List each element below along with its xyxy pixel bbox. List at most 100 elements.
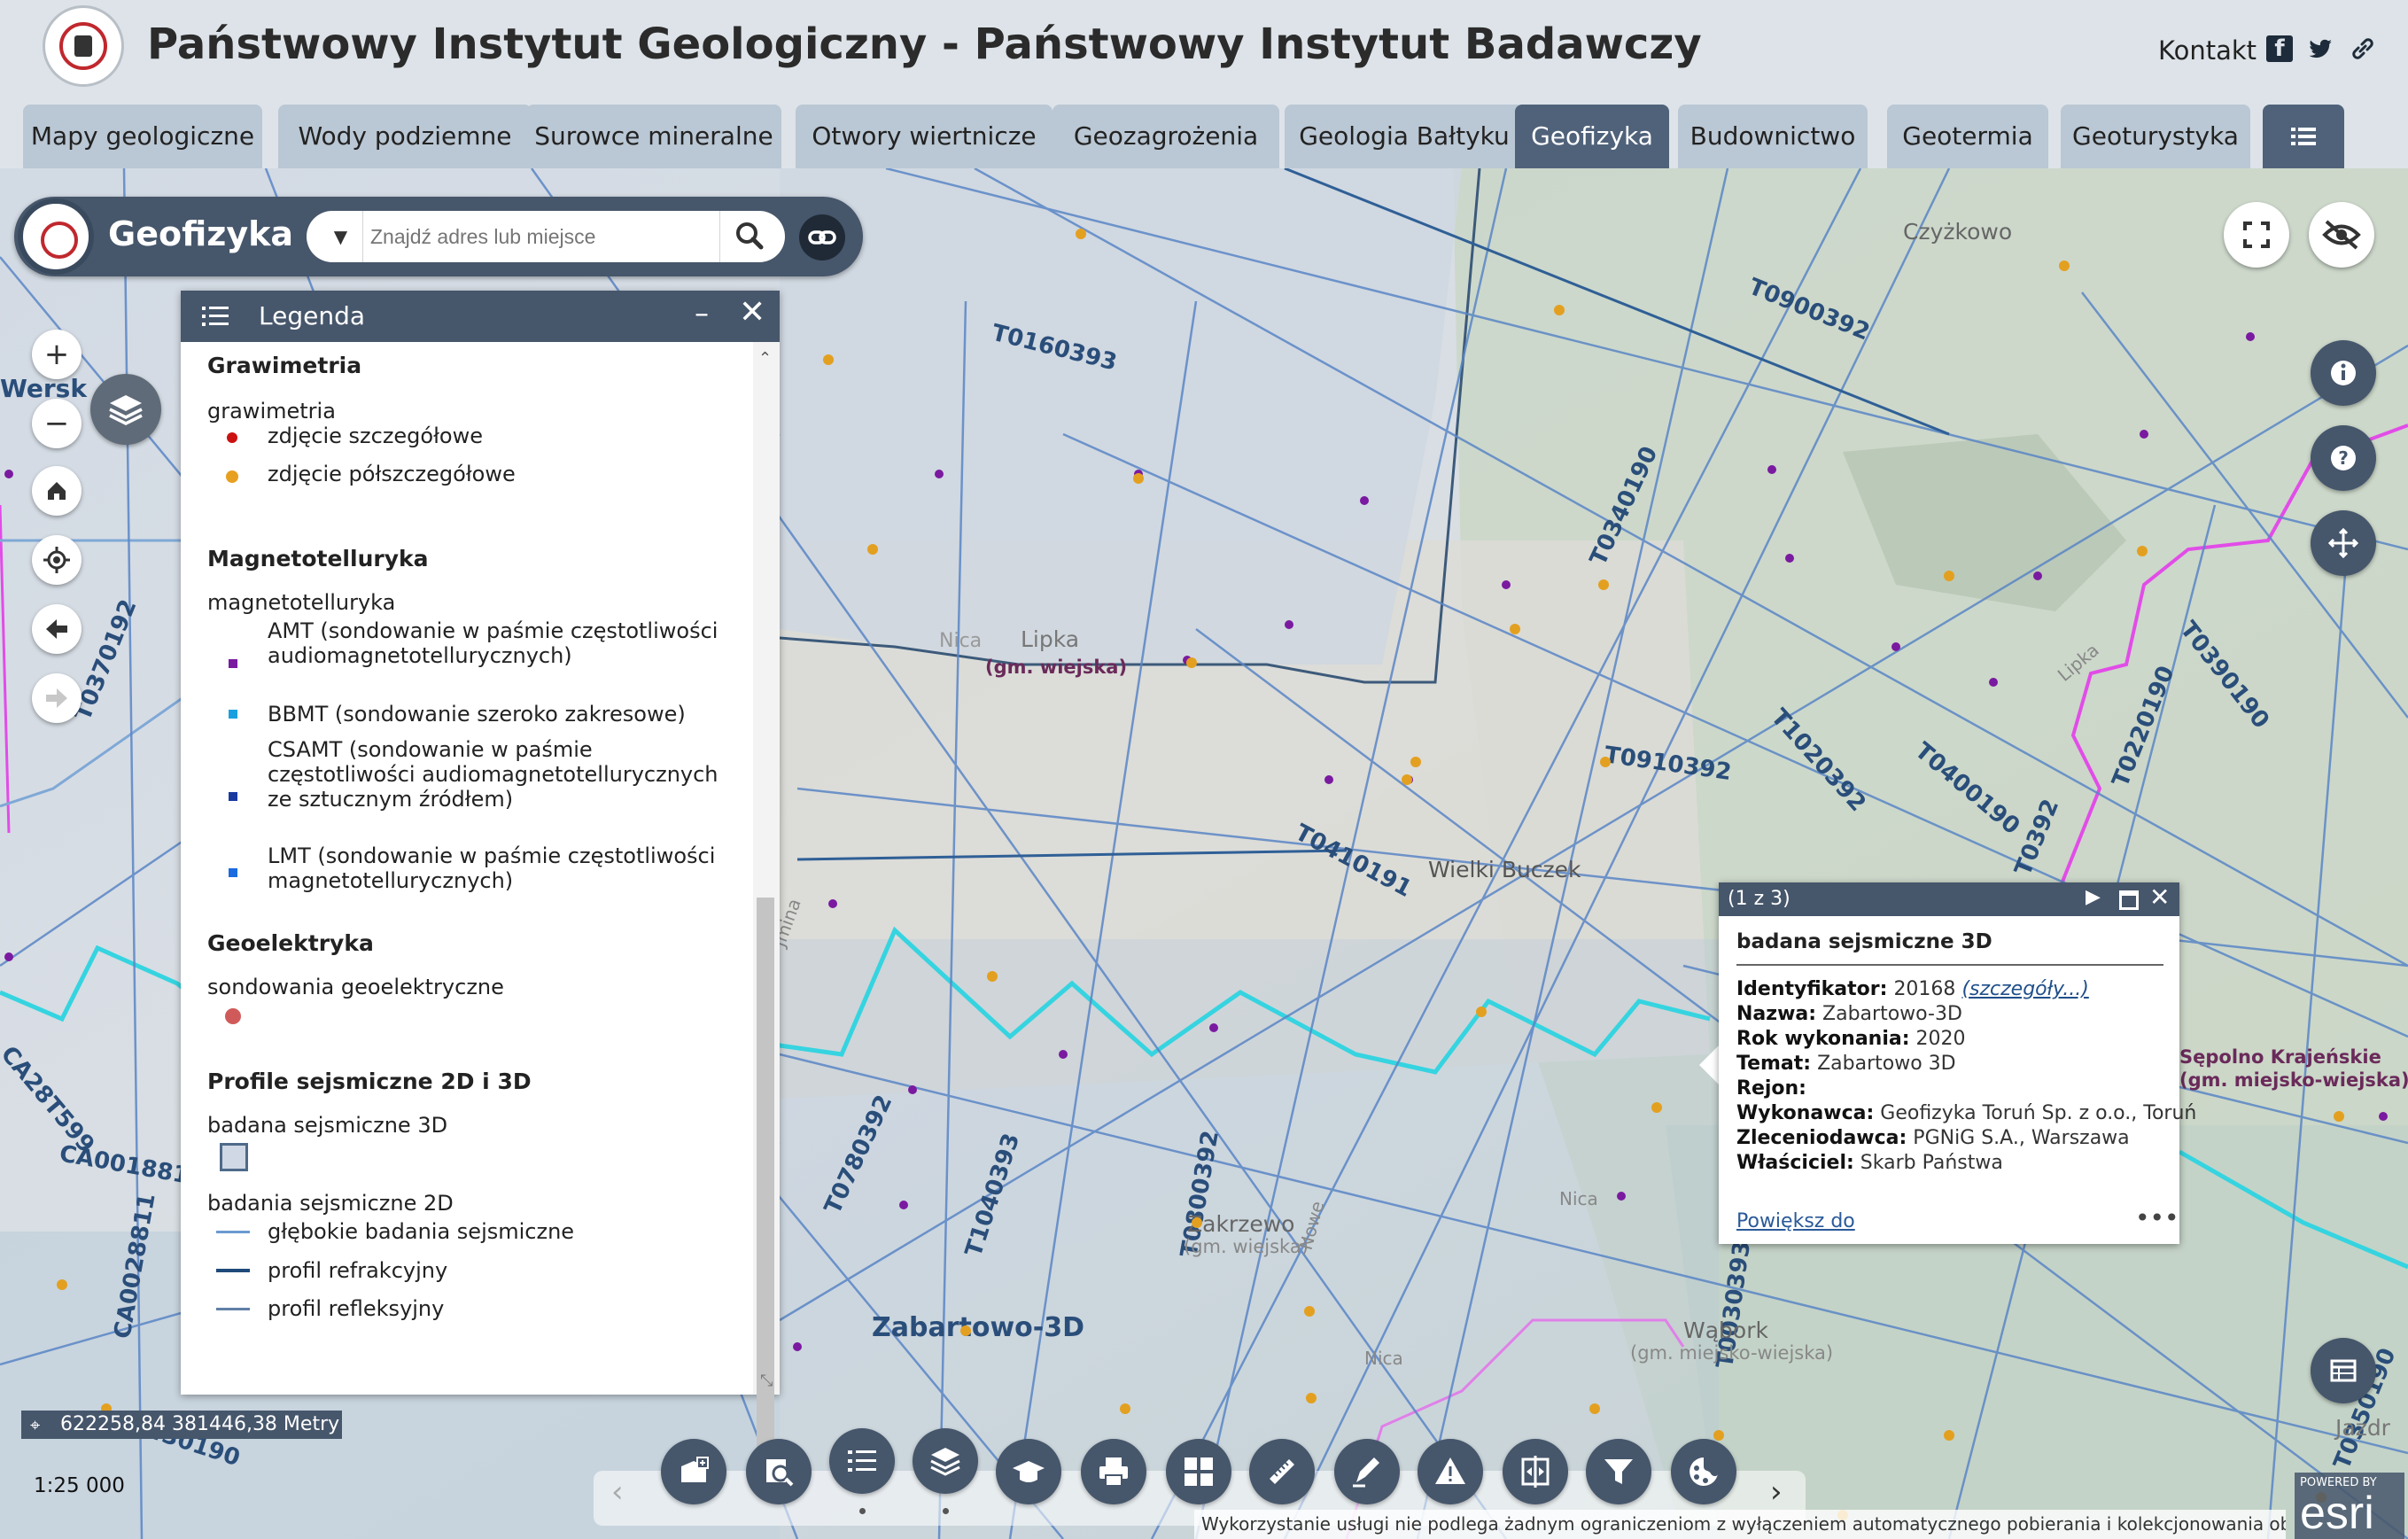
- legend-button[interactable]: [829, 1428, 895, 1494]
- legend-list-icon: [202, 307, 229, 326]
- tab-menu-icon[interactable]: [2263, 105, 2344, 168]
- tab-surowce-mineralne[interactable]: Surowce mineralne: [526, 105, 781, 168]
- toolbar-next-icon[interactable]: ›: [1770, 1474, 1783, 1510]
- river-label: Nica: [1559, 1188, 1598, 1209]
- draw-button[interactable]: [1334, 1439, 1400, 1504]
- home-button[interactable]: [32, 466, 82, 516]
- toolbar-prev-icon[interactable]: ‹: [611, 1474, 624, 1510]
- tab-geotermia[interactable]: Geotermia: [1887, 105, 2048, 168]
- zoom-search-button[interactable]: [746, 1439, 812, 1504]
- tab-budownictwo[interactable]: Budownictwo: [1678, 105, 1868, 168]
- hide-ui-button[interactable]: [2309, 202, 2374, 268]
- coordinate-value: 622258,84 381446,38 Metry: [60, 1413, 340, 1435]
- layers-icon: [930, 1448, 960, 1476]
- next-feature-icon[interactable]: ▶: [2086, 886, 2101, 908]
- print-button[interactable]: [1081, 1439, 1146, 1504]
- popup-field-rok: Rok wykonania: 2020: [1736, 1028, 1966, 1050]
- place-label: Zakrzewo: [1187, 1211, 1294, 1237]
- place-label: Wąbork: [1683, 1317, 1768, 1343]
- arrow-right-icon: [46, 688, 67, 708]
- legend-layer-name: sondowania geoelektryczne: [207, 975, 504, 999]
- legend-header: Legenda – ✕: [181, 291, 780, 342]
- tab-geozagrozenia[interactable]: Geozagrożenia: [1053, 105, 1279, 168]
- print-icon: [1099, 1457, 1128, 1487]
- legend-section-heading: Magnetotelluryka: [207, 546, 429, 571]
- tab-geofizyka[interactable]: Geofizyka: [1515, 105, 1669, 168]
- pig-logo[interactable]: [43, 5, 124, 87]
- fullscreen-button[interactable]: [2224, 202, 2289, 268]
- measure-icon: [1270, 1459, 1294, 1484]
- filter-button[interactable]: [1586, 1439, 1651, 1504]
- layers-button[interactable]: [913, 1428, 978, 1494]
- line-symbol-mid: [216, 1308, 250, 1310]
- pan-button[interactable]: [2311, 510, 2376, 576]
- tab-mapy-geologiczne[interactable]: Mapy geologiczne: [23, 105, 262, 168]
- maximize-icon[interactable]: [2119, 890, 2139, 910]
- popup-pointer: [1699, 1045, 1719, 1084]
- legend-section-heading: Grawimetria: [207, 353, 362, 378]
- coordinate-display[interactable]: ⌖ 622258,84 381446,38 Metry: [21, 1411, 342, 1439]
- minimize-icon[interactable]: –: [695, 296, 709, 330]
- popup-field-rejon: Rejon:: [1736, 1077, 1806, 1100]
- attribute-table-button[interactable]: [2311, 1338, 2376, 1403]
- layers-toggle-button[interactable]: [90, 374, 161, 445]
- share-link-button[interactable]: [799, 214, 845, 260]
- legend-layer-name: badana sejsmiczne 3D: [207, 1113, 448, 1138]
- legend-layer-name: grawimetria: [207, 399, 336, 424]
- logo-emblem: [59, 22, 107, 70]
- tab-wody-podziemne[interactable]: Wody podziemne: [278, 105, 532, 168]
- link-icon[interactable]: [2350, 35, 2376, 62]
- tab-otwory-wiertnicze[interactable]: Otwory wiertnicze: [796, 105, 1053, 168]
- legend-section-heading: Profile sejsmiczne 2D i 3D: [207, 1069, 532, 1094]
- active-indicator: [943, 1508, 949, 1514]
- tab-geoturystyka[interactable]: Geoturystyka: [2061, 105, 2250, 168]
- locate-button[interactable]: [32, 535, 82, 585]
- info-button[interactable]: [2311, 340, 2376, 406]
- place-label: Lipka: [1021, 626, 1079, 652]
- line-symbol-dark: [216, 1269, 250, 1272]
- gmina-label: (gm. miejsko-wiejska): [1630, 1342, 1833, 1364]
- next-extent-button[interactable]: [32, 673, 82, 723]
- more-actions-icon[interactable]: •••: [2135, 1203, 2179, 1232]
- facebook-icon[interactable]: f: [2266, 35, 2293, 62]
- search-icon: [736, 222, 764, 250]
- resize-handle-icon[interactable]: ⤡: [760, 1372, 773, 1390]
- eye-off-icon: [2322, 220, 2361, 250]
- scroll-up-icon[interactable]: ⌃: [758, 349, 772, 368]
- survey-area-label: Zabartowo-3D: [872, 1312, 1084, 1343]
- previous-extent-button[interactable]: [32, 604, 82, 654]
- zoom-to-link[interactable]: Powiększ do: [1736, 1210, 1855, 1232]
- popup-field-wykonawca: Wykonawca: Geofizyka Toruń Sp. z o.o., T…: [1736, 1102, 2197, 1124]
- app-logo: [18, 198, 94, 275]
- zoom-in-button[interactable]: +: [32, 330, 82, 379]
- zoom-out-button[interactable]: −: [32, 399, 82, 448]
- layers-icon: [109, 395, 143, 425]
- feature-popup: (1 z 3) ▶ ✕ badana sejsmiczne 3D Identyf…: [1719, 882, 2196, 1244]
- measure-button[interactable]: [1249, 1439, 1315, 1504]
- swipe-button[interactable]: [1503, 1439, 1568, 1504]
- basemap-gallery-button[interactable]: [1166, 1439, 1231, 1504]
- education-button[interactable]: [996, 1439, 1061, 1504]
- help-button[interactable]: ?: [2311, 425, 2376, 491]
- details-link[interactable]: (szczegóły...): [1961, 978, 2088, 1000]
- tab-geologia-baltyku[interactable]: Geologia Bałtyku: [1285, 105, 1524, 168]
- draw-icon: [1353, 1457, 1379, 1488]
- close-icon[interactable]: ✕: [2149, 882, 2170, 912]
- popup-count: (1 z 3): [1728, 888, 1790, 910]
- move-icon: [2327, 527, 2359, 559]
- report-button[interactable]: [1418, 1439, 1483, 1504]
- symbology-button[interactable]: [1671, 1439, 1736, 1504]
- esri-logo[interactable]: POWERED BY esri: [2295, 1473, 2404, 1539]
- add-data-button[interactable]: [661, 1439, 726, 1504]
- search-source-dropdown[interactable]: ▼: [319, 211, 363, 262]
- twitter-icon[interactable]: [2307, 35, 2334, 62]
- polygon-symbol: [220, 1143, 248, 1171]
- locate-icon: [43, 547, 70, 573]
- kontakt-link[interactable]: Kontakt: [2158, 35, 2257, 66]
- place-label: Czyżkowo: [1903, 219, 2012, 245]
- close-icon[interactable]: ✕: [739, 294, 765, 330]
- info-icon: [2331, 361, 2356, 385]
- legend-item: zdjęcie półszczegółowe: [268, 462, 516, 486]
- search-button[interactable]: [719, 211, 778, 262]
- search-input[interactable]: [370, 220, 707, 253]
